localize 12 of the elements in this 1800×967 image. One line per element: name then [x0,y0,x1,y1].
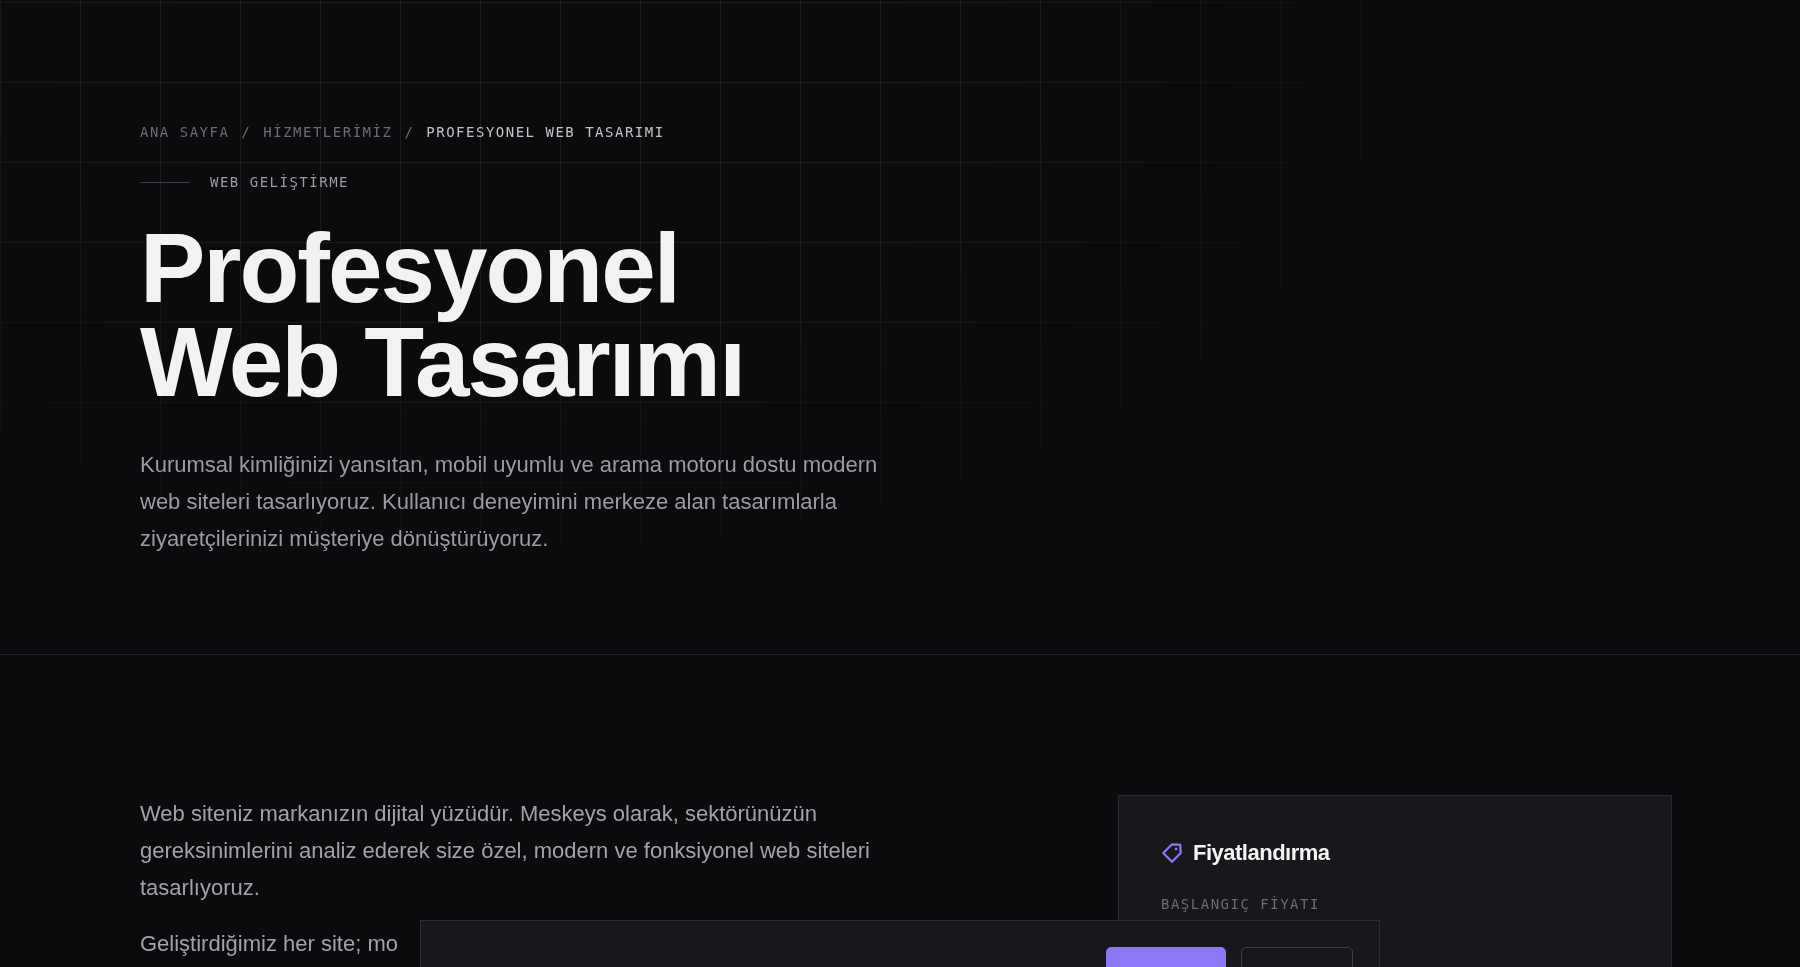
breadcrumb-current: PROFESYONEL WEB TASARIMI [426,124,665,140]
breadcrumb-link[interactable]: ANA SAYFA [140,124,230,140]
intro-text: Kurumsal kimliğinizi yansıtan, mobil uyumlu ve arama motoru dostu modern web siteleri tasarlıyoruz. Kullanıcı deneyimini merkeze alan tasarımlarla ziyaretçilerinizi müşteriye dönüştürüyoruz. [140,451,879,553]
body-paragraph: Web siteniz markanızın dijital yüzüdür. Meskeys olarak, sektörünüzün gereksinimlerini analiz ederek size özel, modern ve fonksiyonel web siteleri tasarlıyoruz. [140,800,871,902]
tag-icon [1161,842,1183,864]
card-title: Fiyatlandırma [1193,840,1330,866]
breadcrumb-separator: / [241,124,252,140]
body-paragraph: Geliştirdiğimiz her site; mo [140,930,399,958]
section-eyebrow: WEB GELİŞTİRME [210,174,349,190]
breadcrumb-separator: / [404,124,415,140]
price-label: BAŞLANGIÇ FİYATI [1161,896,1321,912]
breadcrumb-link[interactable]: HİZMETLERİMİZ [263,124,393,140]
